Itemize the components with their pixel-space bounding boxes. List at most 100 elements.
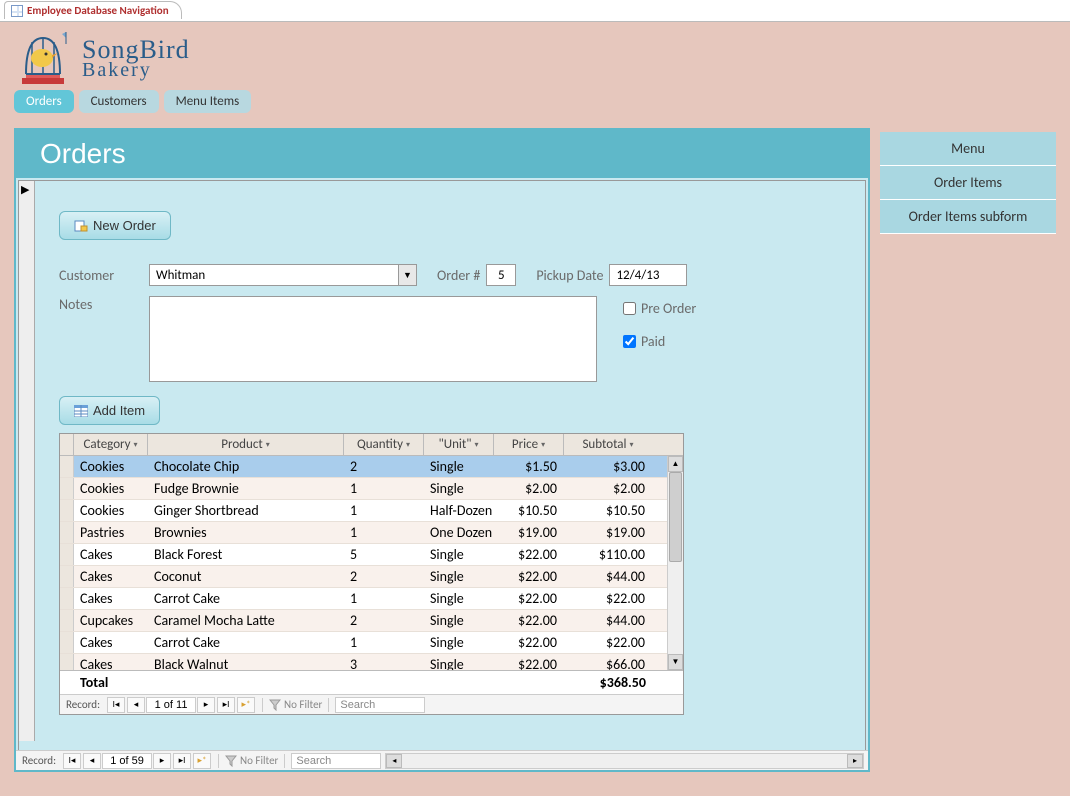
header-price[interactable]: Price▾ bbox=[494, 434, 564, 455]
main-search-input[interactable] bbox=[291, 753, 381, 769]
cell-quantity[interactable]: 2 bbox=[344, 456, 424, 477]
row-selector[interactable] bbox=[60, 654, 74, 670]
row-selector[interactable] bbox=[60, 566, 74, 587]
cell-quantity[interactable]: 1 bbox=[344, 500, 424, 521]
cell-price[interactable]: $19.00 bbox=[494, 522, 564, 543]
notes-textarea[interactable] bbox=[149, 296, 597, 382]
dropdown-icon[interactable]: ▾ bbox=[134, 440, 138, 450]
side-item-order-items[interactable]: Order Items bbox=[880, 166, 1056, 200]
table-row[interactable]: CakesCarrot Cake1Single$22.00$22.00 bbox=[60, 588, 683, 610]
cell-unit[interactable]: Single bbox=[424, 544, 494, 565]
cell-product[interactable]: Fudge Brownie bbox=[148, 478, 344, 499]
order-num-input[interactable] bbox=[486, 264, 516, 286]
table-row[interactable]: CookiesFudge Brownie1Single$2.00$2.00 bbox=[60, 478, 683, 500]
dropdown-icon[interactable]: ▼ bbox=[398, 265, 416, 285]
document-tab[interactable]: Employee Database Navigation bbox=[4, 1, 182, 19]
row-selector[interactable] bbox=[60, 478, 74, 499]
scroll-right-icon[interactable]: ▸ bbox=[847, 754, 863, 768]
horizontal-scrollbar[interactable]: ◂ ▸ bbox=[385, 753, 864, 769]
cell-subtotal[interactable]: $110.00 bbox=[564, 544, 652, 565]
nav-next-icon[interactable]: ▸ bbox=[197, 697, 215, 713]
cell-subtotal[interactable]: $2.00 bbox=[564, 478, 652, 499]
cell-price[interactable]: $22.00 bbox=[494, 654, 564, 670]
cell-product[interactable]: Carrot Cake bbox=[148, 632, 344, 653]
cell-quantity[interactable]: 1 bbox=[344, 632, 424, 653]
side-item-order-items-subform[interactable]: Order Items subform bbox=[880, 200, 1056, 234]
table-row[interactable]: PastriesBrownies1One Dozen$19.00$19.00 bbox=[60, 522, 683, 544]
cell-category[interactable]: Cakes bbox=[74, 632, 148, 653]
table-row[interactable]: CakesCoconut2Single$22.00$44.00 bbox=[60, 566, 683, 588]
cell-subtotal[interactable]: $22.00 bbox=[564, 588, 652, 609]
table-row[interactable]: CookiesGinger Shortbread1Half-Dozen$10.5… bbox=[60, 500, 683, 522]
table-row[interactable]: CookiesChocolate Chip2Single$1.50$3.00 bbox=[60, 456, 683, 478]
cell-unit[interactable]: Single bbox=[424, 456, 494, 477]
nav-last-icon[interactable]: ▸I bbox=[173, 753, 191, 769]
row-selector[interactable] bbox=[60, 456, 74, 477]
dropdown-icon[interactable]: ▾ bbox=[266, 440, 270, 450]
cell-price[interactable]: $22.00 bbox=[494, 544, 564, 565]
cell-category[interactable]: Pastries bbox=[74, 522, 148, 543]
nav-new-icon[interactable]: ▸* bbox=[237, 697, 255, 713]
cell-quantity[interactable]: 1 bbox=[344, 478, 424, 499]
add-item-button[interactable]: Add Item bbox=[59, 396, 160, 425]
cell-price[interactable]: $1.50 bbox=[494, 456, 564, 477]
cell-category[interactable]: Cakes bbox=[74, 654, 148, 670]
nav-new-icon[interactable]: ▸* bbox=[193, 753, 211, 769]
customer-combo[interactable]: ▼ bbox=[149, 264, 417, 286]
tab-customers[interactable]: Customers bbox=[79, 90, 159, 113]
pre-order-checkbox[interactable] bbox=[623, 302, 636, 315]
cell-category[interactable]: Cookies bbox=[74, 478, 148, 499]
header-product[interactable]: Product▾ bbox=[148, 434, 344, 455]
cell-quantity[interactable]: 5 bbox=[344, 544, 424, 565]
cell-category[interactable]: Cakes bbox=[74, 566, 148, 587]
cell-product[interactable]: Coconut bbox=[148, 566, 344, 587]
cell-price[interactable]: $22.00 bbox=[494, 632, 564, 653]
filter-indicator[interactable]: No Filter bbox=[225, 754, 278, 767]
row-selector[interactable] bbox=[60, 500, 74, 521]
cell-unit[interactable]: Single bbox=[424, 588, 494, 609]
new-order-button[interactable]: New Order bbox=[59, 211, 171, 240]
cell-quantity[interactable]: 2 bbox=[344, 610, 424, 631]
cell-unit[interactable]: Single bbox=[424, 566, 494, 587]
cell-subtotal[interactable]: $19.00 bbox=[564, 522, 652, 543]
cell-product[interactable]: Black Walnut bbox=[148, 654, 344, 670]
cell-unit[interactable]: Half-Dozen bbox=[424, 500, 494, 521]
scroll-down-icon[interactable]: ▼ bbox=[668, 654, 683, 670]
row-selector[interactable] bbox=[60, 632, 74, 653]
table-row[interactable]: CakesBlack Walnut3Single$22.00$66.00 bbox=[60, 654, 683, 670]
dropdown-icon[interactable]: ▾ bbox=[406, 440, 410, 450]
row-selector[interactable] bbox=[60, 588, 74, 609]
cell-unit[interactable]: One Dozen bbox=[424, 522, 494, 543]
cell-product[interactable]: Ginger Shortbread bbox=[148, 500, 344, 521]
cell-price[interactable]: $2.00 bbox=[494, 478, 564, 499]
select-all-corner[interactable] bbox=[60, 434, 74, 455]
cell-category[interactable]: Cookies bbox=[74, 500, 148, 521]
customer-input[interactable] bbox=[150, 265, 398, 285]
nav-first-icon[interactable]: I◂ bbox=[107, 697, 125, 713]
header-quantity[interactable]: Quantity▾ bbox=[344, 434, 424, 455]
cell-price[interactable]: $22.00 bbox=[494, 610, 564, 631]
tab-menu-items[interactable]: Menu Items bbox=[164, 90, 252, 113]
filter-indicator[interactable]: No Filter bbox=[269, 698, 322, 711]
cell-unit[interactable]: Single bbox=[424, 478, 494, 499]
cell-quantity[interactable]: 3 bbox=[344, 654, 424, 670]
scroll-left-icon[interactable]: ◂ bbox=[386, 754, 402, 768]
record-position-input[interactable] bbox=[102, 753, 152, 769]
dropdown-icon[interactable]: ▾ bbox=[630, 440, 634, 450]
cell-subtotal[interactable]: $3.00 bbox=[564, 456, 652, 477]
cell-category[interactable]: Cakes bbox=[74, 544, 148, 565]
cell-category[interactable]: Cakes bbox=[74, 588, 148, 609]
vertical-scrollbar[interactable]: ▲ ▼ bbox=[667, 456, 683, 670]
cell-price[interactable]: $22.00 bbox=[494, 588, 564, 609]
table-row[interactable]: CupcakesCaramel Mocha Latte2Single$22.00… bbox=[60, 610, 683, 632]
dropdown-icon[interactable]: ▾ bbox=[474, 440, 478, 450]
nav-prev-icon[interactable]: ◂ bbox=[83, 753, 101, 769]
cell-subtotal[interactable]: $66.00 bbox=[564, 654, 652, 670]
cell-subtotal[interactable]: $44.00 bbox=[564, 610, 652, 631]
cell-category[interactable]: Cupcakes bbox=[74, 610, 148, 631]
cell-price[interactable]: $10.50 bbox=[494, 500, 564, 521]
nav-first-icon[interactable]: I◂ bbox=[63, 753, 81, 769]
scroll-up-icon[interactable]: ▲ bbox=[668, 456, 683, 472]
cell-subtotal[interactable]: $44.00 bbox=[564, 566, 652, 587]
cell-product[interactable]: Brownies bbox=[148, 522, 344, 543]
